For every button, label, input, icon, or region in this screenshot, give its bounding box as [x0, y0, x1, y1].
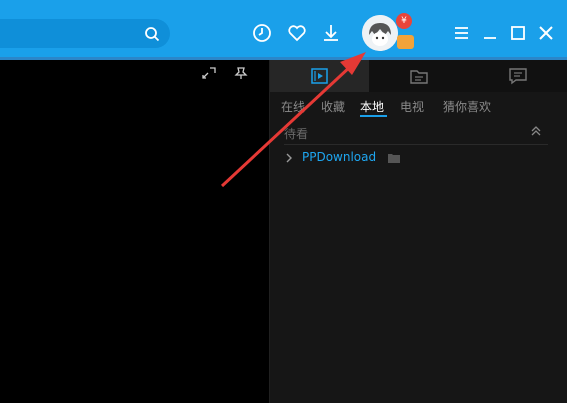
play-list-icon [311, 68, 328, 84]
section-title: 待看 [284, 127, 309, 141]
tab-online[interactable]: 在线 [281, 98, 305, 115]
gift-badge-icon[interactable] [397, 35, 414, 49]
maximize-icon[interactable] [507, 22, 529, 44]
folder-name[interactable]: PPDownload [302, 150, 376, 164]
close-icon[interactable] [535, 22, 557, 44]
tab-messages[interactable] [468, 60, 567, 92]
search-input[interactable] [0, 19, 144, 48]
active-tab-indicator [360, 115, 387, 117]
tab-files[interactable] [369, 60, 468, 92]
avatar[interactable] [362, 15, 398, 51]
collapse-icon[interactable] [530, 125, 542, 137]
tab-playlist[interactable] [270, 60, 369, 92]
clock-icon[interactable] [251, 22, 273, 44]
exit-fullscreen-icon[interactable] [201, 66, 217, 80]
sidebar: 在线 收藏 本地 电视 猜你喜欢 待看 PPDownload [270, 60, 567, 403]
video-area[interactable] [0, 60, 269, 403]
tab-local[interactable]: 本地 [360, 98, 384, 115]
title-bar: ¥ [0, 0, 567, 60]
category-tabs: 在线 收藏 本地 电视 猜你喜欢 [270, 92, 567, 120]
search-box[interactable] [0, 19, 170, 48]
chevron-right-icon[interactable] [284, 153, 294, 163]
tab-favorites[interactable]: 收藏 [321, 98, 345, 115]
message-icon [509, 68, 527, 85]
download-icon[interactable] [320, 22, 342, 44]
folder-icon [410, 70, 428, 84]
vip-badge[interactable]: ¥ [396, 13, 412, 29]
folder-small-icon [388, 154, 400, 163]
menu-icon[interactable] [451, 22, 473, 44]
tab-recommend[interactable]: 猜你喜欢 [443, 98, 491, 115]
watch-later-section: 待看 [284, 124, 548, 145]
minimize-icon[interactable] [479, 22, 501, 44]
heart-icon[interactable] [286, 22, 308, 44]
sidebar-tabs [270, 60, 567, 92]
user-avatar-icon [362, 15, 398, 51]
search-icon[interactable] [144, 26, 160, 42]
tab-tv[interactable]: 电视 [400, 98, 424, 115]
list-item[interactable]: PPDownload [284, 150, 548, 168]
pin-icon[interactable] [233, 66, 249, 80]
